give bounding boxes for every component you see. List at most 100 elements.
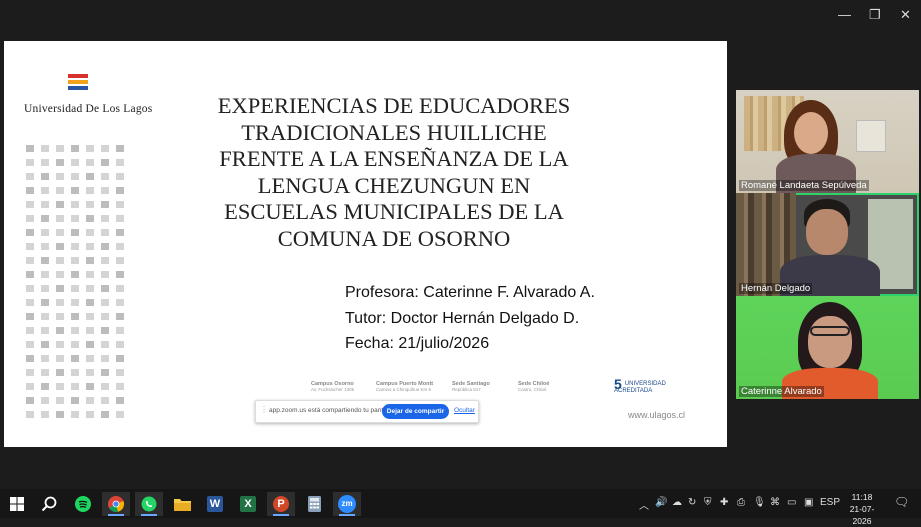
decorative-dot <box>116 285 124 292</box>
decorative-dot <box>56 229 64 236</box>
decorative-dot <box>41 327 49 334</box>
close-button[interactable]: ✕ <box>900 8 911 22</box>
decorative-dot <box>116 229 124 236</box>
decorative-dot <box>56 173 64 180</box>
decorative-dot <box>26 145 34 152</box>
participant-video-tile-active-speaker[interactable]: Hernán Delgado <box>736 193 919 296</box>
decorative-dot <box>71 285 79 292</box>
university-logo-icon <box>68 74 88 92</box>
decorative-dot <box>26 173 34 180</box>
decorative-dot <box>56 341 64 348</box>
network-icon[interactable]: ⌘ <box>770 497 780 508</box>
sync-icon[interactable]: ↻ <box>688 497 696 508</box>
decorative-dot-grid <box>26 145 124 418</box>
decorative-dot <box>101 145 109 152</box>
microphone-icon[interactable]: 🎙 <box>753 497 766 508</box>
footer-campus-osorno: Campus Osorno Av. Fuchslocher 1305 <box>311 381 355 392</box>
whatsapp-icon[interactable] <box>135 492 163 516</box>
decorative-dot <box>71 229 79 236</box>
decorative-dot <box>41 271 49 278</box>
decorative-dot <box>86 369 94 376</box>
restore-button[interactable]: ❐ <box>869 8 881 22</box>
decorative-dot <box>41 341 49 348</box>
decorative-dot <box>71 299 79 306</box>
decorative-dot <box>101 369 109 376</box>
speaker-icon[interactable]: 🔊 <box>655 497 667 508</box>
decorative-dot <box>41 201 49 208</box>
decorative-dot <box>41 285 49 292</box>
security-icon[interactable]: ⛨ <box>704 497 712 508</box>
chrome-icon[interactable] <box>102 492 130 516</box>
antivirus-icon[interactable]: ✚ <box>720 497 728 508</box>
decorative-dot <box>56 243 64 250</box>
clock-date: 21-07-2026 <box>849 504 875 526</box>
decorative-dot <box>26 215 34 222</box>
decorative-dot <box>86 341 94 348</box>
decorative-dot <box>41 159 49 166</box>
decorative-dot <box>116 341 124 348</box>
decorative-dot <box>101 187 109 194</box>
calculator-icon[interactable] <box>300 492 328 516</box>
stop-sharing-button[interactable]: Dejar de compartir <box>382 404 449 419</box>
onedrive-icon[interactable]: ☁ <box>672 497 682 508</box>
zoom-icon[interactable]: zm <box>333 492 361 516</box>
language-indicator[interactable]: ESP <box>820 497 840 508</box>
decorative-dot <box>71 257 79 264</box>
decorative-dot <box>71 313 79 320</box>
chevron-up-icon[interactable]: ︿ <box>639 497 649 512</box>
decorative-dot <box>26 285 34 292</box>
decorative-dot <box>41 369 49 376</box>
decorative-dot <box>86 243 94 250</box>
printer-icon[interactable]: ⎙ <box>737 497 745 508</box>
decorative-dot <box>101 159 109 166</box>
decorative-dot <box>101 243 109 250</box>
decorative-dot <box>101 341 109 348</box>
title-line: EXPERIENCIAS DE EDUCADORES <box>217 93 571 118</box>
file-explorer-icon[interactable] <box>168 492 196 516</box>
decorative-dot <box>116 383 124 390</box>
decorative-dot <box>26 271 34 278</box>
decorative-dot <box>101 257 109 264</box>
word-icon[interactable]: W <box>201 492 229 516</box>
participant-name: Hernán Delgado <box>739 283 813 294</box>
decorative-dot <box>86 383 94 390</box>
start-icon[interactable] <box>3 492 31 516</box>
decorative-dot <box>71 243 79 250</box>
participant-video-tile[interactable]: Romané Landaeta Sepúlveda <box>736 90 919 193</box>
notification-icon[interactable]: 🗨 <box>894 495 909 509</box>
decorative-dot <box>41 299 49 306</box>
decorative-dot <box>116 327 124 334</box>
footer-url: www.ulagos.cl <box>628 410 686 420</box>
search-icon[interactable] <box>35 492 63 516</box>
decorative-dot <box>101 397 109 404</box>
participant-video-tile[interactable]: Caterinne Alvarado <box>736 296 919 399</box>
decorative-dot <box>26 369 34 376</box>
decorative-dot <box>26 327 34 334</box>
decorative-dot <box>26 159 34 166</box>
decorative-dot <box>71 411 79 418</box>
powerpoint-icon[interactable]: P <box>267 492 295 516</box>
decorative-dot <box>116 201 124 208</box>
drag-handle-icon[interactable]: ⋮ <box>260 405 268 414</box>
decorative-dot <box>101 201 109 208</box>
decorative-dot <box>26 187 34 194</box>
decorative-dot <box>86 355 94 362</box>
excel-icon[interactable]: X <box>234 492 262 516</box>
spotify-icon[interactable] <box>69 492 97 516</box>
footer-campus-puerto-montt: Campus Puerto Montt Camino a Chinquihue K… <box>376 381 434 392</box>
display-icon[interactable]: ▣ <box>804 497 813 508</box>
hide-link[interactable]: Ocultar <box>454 407 475 414</box>
decorative-dot <box>26 397 34 404</box>
decorative-dot <box>71 145 79 152</box>
decorative-dot <box>101 215 109 222</box>
decorative-dot <box>26 341 34 348</box>
decorative-dot <box>116 159 124 166</box>
participant-face <box>806 209 848 255</box>
decorative-dot <box>56 159 64 166</box>
decorative-dot <box>71 383 79 390</box>
title-line: FRENTE A LA ENSEÑANZA DE LA <box>219 146 569 171</box>
minimize-button[interactable]: — <box>838 8 851 22</box>
decorative-dot <box>71 369 79 376</box>
clock[interactable]: 11:18 21-07-2026 <box>842 491 882 527</box>
battery-icon[interactable]: ▭ <box>787 497 796 508</box>
